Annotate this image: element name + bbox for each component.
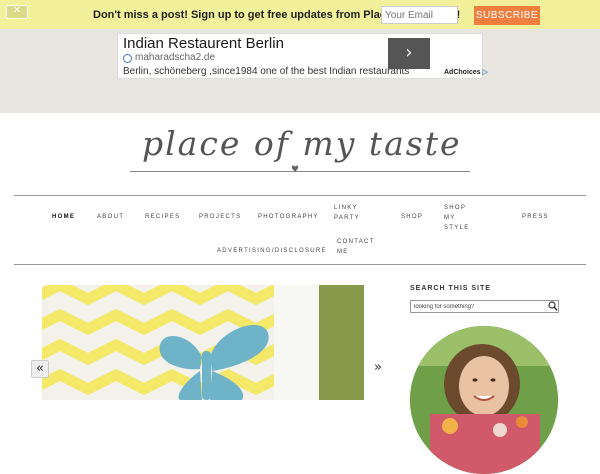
heart-icon: ♥ — [291, 165, 300, 175]
main-nav: HOME ABOUT RECIPES PROJECTS PHOTOGRAPHY … — [14, 195, 586, 265]
adchoices-link[interactable]: AdChoices ▷ — [444, 68, 488, 76]
nav-item-photography[interactable]: PHOTOGRAPHY — [258, 212, 319, 222]
email-field[interactable] — [381, 6, 458, 24]
notification-bar: ✕ Don't miss a post! Sign up to get free… — [0, 0, 600, 29]
nav-item-shop[interactable]: SHOP — [401, 212, 423, 222]
profile-photo — [410, 326, 558, 474]
logo-text: place of my taste — [142, 124, 462, 163]
nav-item-shop-my-style[interactable]: SHOP MY STYLE — [444, 203, 474, 233]
ad-arrow-button[interactable]: › — [388, 38, 430, 69]
close-icon: ✕ — [12, 5, 22, 16]
nav-item-press[interactable]: PRESS — [522, 212, 549, 222]
nav-item-home[interactable]: HOME — [52, 212, 75, 222]
adchoices-label: AdChoices — [444, 69, 481, 76]
ad-url[interactable]: maharadscha2.de — [135, 52, 215, 63]
slider-next-button[interactable]: » — [374, 360, 382, 375]
nav-item-about[interactable]: ABOUT — [97, 212, 124, 222]
search-title: SEARCH THIS SITE — [410, 285, 491, 292]
featured-slider[interactable] — [42, 285, 364, 400]
globe-icon — [123, 54, 132, 63]
avatar[interactable] — [410, 326, 558, 474]
adchoices-icon: ▷ — [482, 69, 488, 76]
nav-item-projects[interactable]: PROJECTS — [199, 212, 241, 222]
ad-banner[interactable]: Indian Restaurent Berlin maharadscha2.de… — [117, 33, 488, 79]
ad-description: Berlin, schöneberg ,since1984 one of the… — [123, 66, 410, 77]
search-icon[interactable] — [548, 301, 558, 311]
chevron-right-icon: › — [405, 42, 413, 63]
nav-item-contact-me[interactable]: CONTACT ME — [337, 237, 373, 257]
search-input[interactable] — [410, 300, 559, 313]
slider-prev-button[interactable]: « — [31, 360, 49, 378]
subscribe-button[interactable]: SUBSCRIBE — [474, 6, 540, 25]
ad-title[interactable]: Indian Restaurent Berlin — [123, 35, 284, 52]
featured-image — [42, 285, 364, 400]
nav-item-recipes[interactable]: RECIPES — [145, 212, 180, 222]
nav-item-advertising[interactable]: ADVERTISING/DISCLOSURE — [217, 246, 327, 256]
close-button[interactable]: ✕ — [6, 5, 28, 19]
ad-area: Indian Restaurent Berlin maharadscha2.de… — [0, 29, 600, 113]
logo-divider — [130, 171, 470, 172]
site-logo[interactable]: place of my taste ♥ — [130, 124, 470, 180]
nav-item-linky-party[interactable]: LINKY PARTY — [334, 203, 364, 223]
